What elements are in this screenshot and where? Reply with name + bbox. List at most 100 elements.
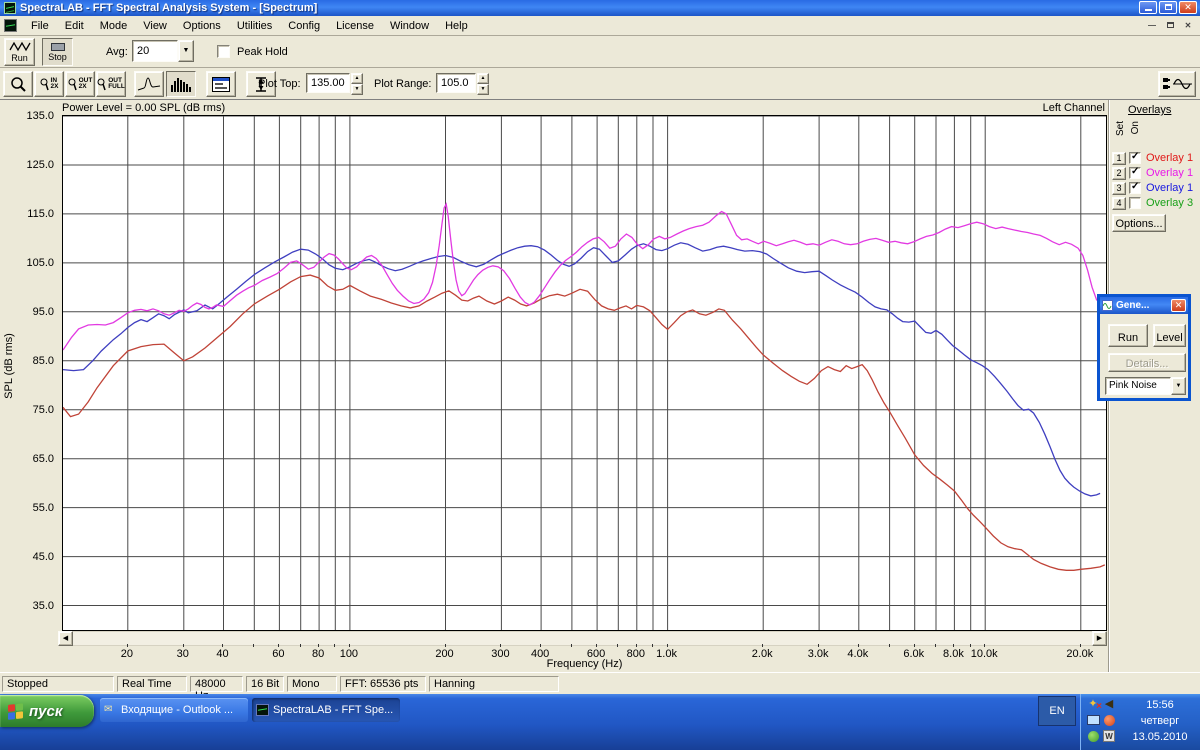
minimize-button[interactable] [1139,1,1157,14]
network-icon[interactable] [1086,713,1100,727]
plot-top-field[interactable]: 135.00 [306,73,350,93]
generator-close-icon[interactable]: ✕ [1171,299,1186,312]
spectrum-curves [63,116,1106,630]
mdi-close-icon[interactable]: ✕ [1180,19,1196,32]
window-title: SpectraLAB - FFT Spectral Analysis Syste… [20,2,317,14]
antivirus-icon[interactable] [1086,729,1100,743]
avg-value[interactable]: 20 [132,40,178,62]
clock-date: 13.05.2010 [1123,729,1197,745]
taskbar-item-spectralab[interactable]: SpectraLAB - FFT Spe... [252,698,400,722]
plot-horizontal-scrollbar[interactable]: ◀ ▶ [58,631,1107,646]
zoom-button[interactable] [3,71,33,97]
overlay-on-4-checkbox[interactable] [1129,197,1141,209]
peak-hold-label: Peak Hold [237,46,288,58]
menu-help[interactable]: Help [437,18,476,34]
taskbar-item-outlook[interactable]: ✉ Входящие - Outlook ... [100,698,248,722]
overlay-set-4-button[interactable]: 4 [1112,197,1126,210]
menu-options[interactable]: Options [175,18,229,34]
plot-range-spinner[interactable]: ▲▼ [477,73,489,93]
status-bit-depth: 16 Bit [246,676,284,692]
app-icon [4,2,16,14]
status-bar: Stopped Real Time 48000 Hz 16 Bit Mono F… [0,672,1200,694]
menu-file[interactable]: File [23,18,57,34]
generator-details-button[interactable]: Details... [1108,353,1186,372]
chevron-down-icon[interactable]: ▼ [1171,377,1186,395]
zoom-in-icon [40,78,49,91]
start-label: пуск [29,703,62,720]
avg-combobox[interactable]: 20 ▼ [132,40,194,62]
bar-plot-mode-button[interactable] [166,71,196,97]
generator-icon [1102,300,1113,311]
line-plot-mode-button[interactable] [134,71,164,97]
plot-range-field[interactable]: 105.0 [436,73,476,93]
plot-top-spinner[interactable]: ▲▼ [351,73,363,93]
transport-toolbar: Run Stop Avg: 20 ▼ Peak Hold [0,36,1200,68]
overlay-on-1-checkbox[interactable] [1129,152,1141,164]
zoom-out-icon [68,78,77,91]
overlay-options-button[interactable]: Options... [1112,214,1166,232]
overlay-on-3-checkbox[interactable] [1129,182,1141,194]
word-icon[interactable]: W [1102,729,1116,743]
display-options-button[interactable] [206,71,236,97]
menu-view[interactable]: View [135,18,175,34]
overlays-title: Overlays [1128,104,1198,116]
run-button[interactable]: Run [4,38,35,66]
menu-config[interactable]: Config [280,18,328,34]
menu-bar: File Edit Mode View Options Utilities Co… [0,16,1200,36]
scroll-left-icon[interactable]: ◀ [58,631,73,646]
properties-dialog-icon [212,77,230,92]
overlay-1-label: Overlay 1 [1146,152,1193,164]
overlay-3-label: Overlay 1 [1146,182,1193,194]
start-button[interactable]: пуск [0,695,94,727]
menu-window[interactable]: Window [382,18,437,34]
maximize-button[interactable] [1159,1,1177,14]
zoom-full-icon [97,78,106,91]
menu-mode[interactable]: Mode [92,18,136,34]
volume-icon[interactable]: ◀ [1102,697,1116,711]
clock-day: четверг [1123,713,1197,729]
zoom-out-2x-button[interactable]: OUT2X [65,71,95,97]
overlay-2-label: Overlay 1 [1146,167,1193,179]
language-indicator[interactable]: EN [1038,696,1076,726]
signal-type-combobox[interactable]: Pink Noise ▼ [1105,377,1186,395]
peak-curve-icon [137,76,161,92]
signal-type-value[interactable]: Pink Noise [1105,377,1171,395]
tray-icons: ✦ ◀ W [1086,697,1120,745]
generator-title-bar[interactable]: Gene... ✕ [1100,297,1188,314]
spectrum-view: Power Level = 0.00 SPL (dB rms) Left Cha… [0,100,1200,672]
generator-dialog: Gene... ✕ Run Level Details... Pink Nois… [1097,294,1191,401]
overlay-on-header: On [1130,121,1141,134]
generator-level-button[interactable]: Level [1153,324,1186,347]
title-bar: SpectraLAB - FFT Spectral Analysis Syste… [0,0,1200,16]
plot-range-label: Plot Range: [374,78,431,90]
messenger-offline-icon[interactable]: ✦ [1086,697,1100,711]
status-sample-rate: 48000 Hz [190,676,243,692]
mdi-minimize-icon[interactable]: — [1144,19,1160,32]
overlay-on-2-checkbox[interactable] [1129,167,1141,179]
status-channels: Mono [287,676,337,692]
signal-generator-button[interactable] [1158,71,1196,97]
peak-hold-checkbox[interactable] [217,45,230,58]
menu-license[interactable]: License [328,18,382,34]
close-button[interactable]: ✕ [1179,1,1197,14]
chevron-down-icon[interactable]: ▼ [178,40,194,62]
tray-clock: 15:56 четверг 13.05.2010 [1123,697,1197,745]
generator-run-button[interactable]: Run [1108,324,1148,347]
spectrum-curve [63,204,1101,350]
mdi-restore-icon[interactable] [1162,19,1178,32]
zoom-out-full-button[interactable]: OUTFULL [96,71,126,97]
update-icon[interactable] [1102,713,1116,727]
scroll-right-icon[interactable]: ▶ [1092,631,1107,646]
menu-utilities[interactable]: Utilities [229,18,280,34]
spectrum-plot[interactable] [62,115,1107,631]
generator-title: Gene... [1116,300,1171,311]
overlay-set-3-button[interactable]: 3 [1112,182,1126,195]
plot-top-label: Plot Top: [258,78,301,90]
x-axis-title: Frequency (Hz) [62,658,1107,670]
overlay-set-2-button[interactable]: 2 [1112,167,1126,180]
overlay-set-1-button[interactable]: 1 [1112,152,1126,165]
menu-edit[interactable]: Edit [57,18,92,34]
stop-button[interactable]: Stop [42,38,73,66]
zoom-in-2x-button[interactable]: IN2X [34,71,64,97]
spectrum-curve [63,275,1105,570]
